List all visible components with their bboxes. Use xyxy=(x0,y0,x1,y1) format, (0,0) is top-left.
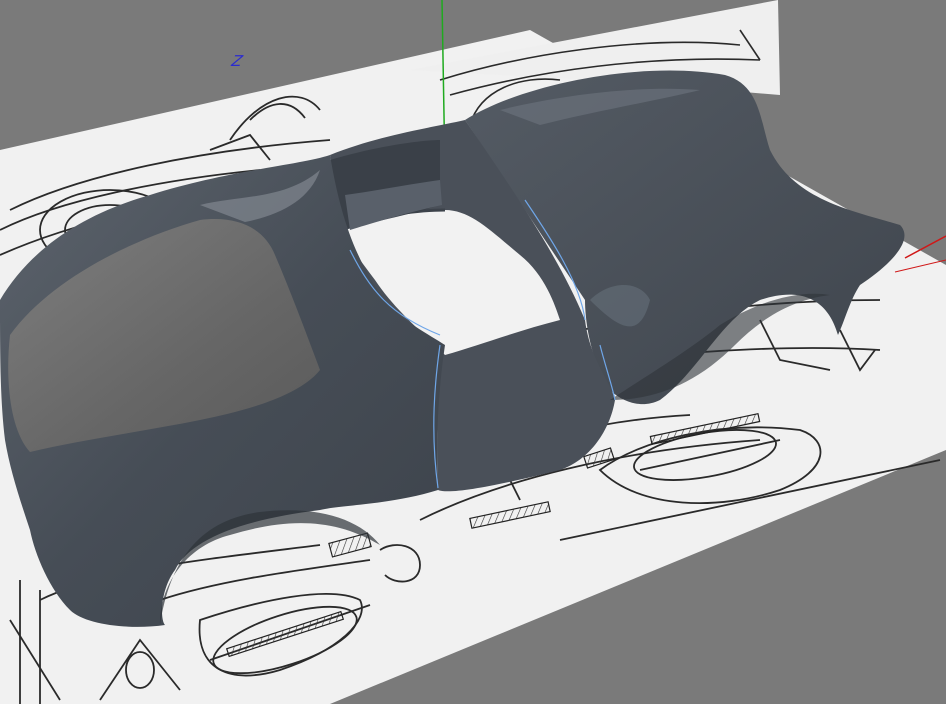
3d-viewport[interactable]: 2300 5 xyxy=(0,0,946,704)
scene-canvas: 2300 5 xyxy=(0,0,946,704)
